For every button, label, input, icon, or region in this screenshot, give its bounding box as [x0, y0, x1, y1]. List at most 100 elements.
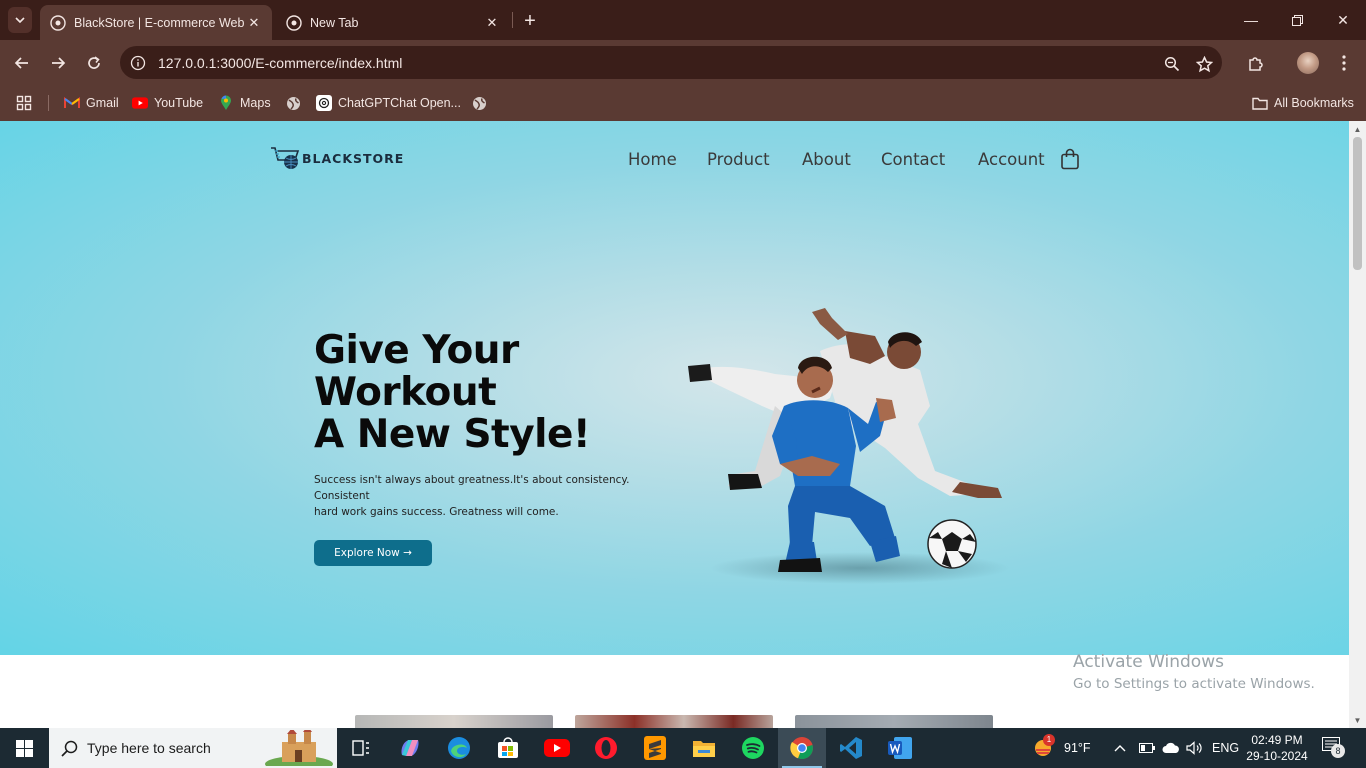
tab-blackstore[interactable]: BlackStore | E-commerce Websit ✕ — [40, 5, 272, 40]
scroll-down-arrow-icon[interactable]: ▼ — [1349, 712, 1366, 728]
notification-center-button[interactable]: 8 — [1322, 728, 1345, 768]
maps-icon — [218, 95, 234, 111]
windows-logo-icon — [15, 739, 33, 757]
vscode-app[interactable] — [827, 728, 875, 768]
weather-widget[interactable]: 1 91°F — [1032, 728, 1091, 768]
product-thumbnail-3[interactable] — [795, 715, 993, 728]
forward-button[interactable] — [46, 51, 70, 75]
store-app[interactable] — [484, 728, 532, 768]
folder-icon — [1252, 95, 1268, 111]
tab-title: BlackStore | E-commerce Websit — [74, 15, 244, 30]
subtext-line-1: Success isn't always about greatness.It'… — [314, 474, 630, 502]
vertical-scrollbar[interactable]: ▲ ▼ — [1349, 121, 1366, 728]
bookmark-label: ChatGPTChat Open... — [338, 96, 461, 110]
tab-search-button[interactable] — [8, 7, 32, 33]
opera-app[interactable] — [582, 728, 630, 768]
nav-account[interactable]: Account — [978, 150, 1045, 169]
extensions-button[interactable] — [1243, 51, 1267, 75]
minimize-button[interactable]: — — [1228, 0, 1274, 40]
shopping-bag-icon[interactable] — [1060, 148, 1082, 172]
spotify-app[interactable] — [729, 728, 777, 768]
logo-text: BLACKSTORE — [302, 150, 405, 166]
start-button[interactable] — [0, 728, 48, 768]
apps-button[interactable] — [16, 91, 32, 115]
back-button[interactable] — [10, 51, 34, 75]
windows-taskbar: Type here to search 1 91°F ENG 02:49 PM … — [0, 726, 1366, 768]
chrome-icon — [286, 14, 302, 31]
puzzle-icon — [1248, 56, 1263, 71]
chrome-icon — [790, 737, 813, 760]
network-indicator[interactable] — [1162, 728, 1180, 768]
battery-indicator[interactable] — [1139, 728, 1155, 768]
word-icon — [888, 737, 912, 759]
football-players-image — [688, 308, 1010, 584]
nav-product[interactable]: Product — [707, 150, 770, 169]
file-explorer-app[interactable] — [680, 728, 728, 768]
youtube-icon — [544, 739, 570, 757]
arrow-right-icon — [52, 57, 66, 69]
chatgpt-icon — [316, 95, 332, 111]
tab-divider — [512, 12, 513, 28]
address-bar[interactable]: 127.0.0.1:3000/E-commerce/index.html — [120, 46, 1222, 79]
close-icon: ✕ — [1337, 11, 1349, 28]
notification-icon: 8 — [1322, 737, 1345, 759]
product-thumbnail-2[interactable] — [575, 715, 773, 728]
task-view-button[interactable] — [337, 728, 385, 768]
bookmark-divider — [48, 95, 49, 111]
all-bookmarks-button[interactable]: All Bookmarks — [1252, 91, 1354, 115]
avatar — [1297, 52, 1319, 74]
restore-button[interactable] — [1274, 0, 1320, 40]
gmail-icon — [64, 95, 80, 111]
bookmark-globe[interactable] — [285, 91, 307, 115]
zoom-icon[interactable] — [1160, 52, 1184, 76]
close-icon[interactable]: ✕ — [482, 13, 502, 33]
product-thumbnail-1[interactable] — [355, 715, 553, 728]
bookmark-chatgpt[interactable]: ChatGPTChat Open... — [316, 91, 461, 115]
reload-icon — [88, 56, 100, 69]
copilot-app[interactable] — [386, 728, 434, 768]
bookmark-maps[interactable]: Maps — [218, 91, 271, 115]
speaker-icon — [1186, 741, 1202, 755]
tab-new-tab[interactable]: New Tab ✕ — [276, 5, 510, 40]
reload-button[interactable] — [82, 51, 106, 75]
scrollbar-thumb[interactable] — [1353, 137, 1362, 270]
new-tab-button[interactable]: + — [518, 9, 542, 33]
show-hidden-icons-button[interactable] — [1114, 728, 1126, 768]
site-info-icon[interactable] — [128, 53, 148, 73]
explore-now-button[interactable]: Explore Now → — [314, 540, 432, 566]
search-placeholder: Type here to search — [87, 740, 211, 756]
hero-subtext: Success isn't always about greatness.It'… — [314, 472, 644, 520]
headline-line-1: Give Your — [314, 328, 519, 373]
word-app[interactable] — [876, 728, 924, 768]
close-icon[interactable]: ✕ — [244, 13, 264, 33]
chrome-app[interactable] — [778, 728, 826, 768]
scroll-up-arrow-icon[interactable]: ▲ — [1349, 121, 1366, 137]
nav-contact[interactable]: Contact — [881, 150, 945, 169]
nav-home[interactable]: Home — [628, 150, 677, 169]
folder-icon — [693, 741, 715, 757]
weather-temp: 91°F — [1064, 741, 1091, 755]
bookmark-youtube[interactable]: YouTube — [132, 91, 203, 115]
bookmark-globe-2[interactable] — [471, 91, 493, 115]
language-indicator[interactable]: ENG — [1212, 728, 1239, 768]
globe-icon — [285, 95, 301, 111]
nav-about[interactable]: About — [802, 150, 851, 169]
edge-app[interactable] — [435, 728, 483, 768]
cloud-icon — [1162, 742, 1179, 753]
bookmark-star-icon[interactable] — [1192, 52, 1216, 76]
profile-button[interactable] — [1296, 51, 1320, 75]
chevron-up-icon — [1114, 745, 1126, 752]
cart-globe-logo-icon — [271, 147, 300, 169]
taskbar-clock[interactable]: 02:49 PM 29-10-2024 — [1240, 732, 1314, 764]
sublime-app[interactable] — [631, 728, 679, 768]
taskbar-search-box[interactable]: Type here to search — [49, 726, 337, 768]
page-viewport: BLACKSTORE Home Product About Contact Ac… — [0, 121, 1349, 728]
menu-button[interactable] — [1332, 51, 1356, 75]
site-logo[interactable]: BLACKSTORE — [270, 144, 404, 172]
bookmark-gmail[interactable]: Gmail — [64, 91, 119, 115]
edge-icon — [448, 737, 470, 759]
window-close-button[interactable]: ✕ — [1320, 0, 1366, 40]
castle-search-highlight-icon — [264, 726, 334, 768]
youtube-app[interactable] — [533, 728, 581, 768]
volume-indicator[interactable] — [1186, 728, 1204, 768]
